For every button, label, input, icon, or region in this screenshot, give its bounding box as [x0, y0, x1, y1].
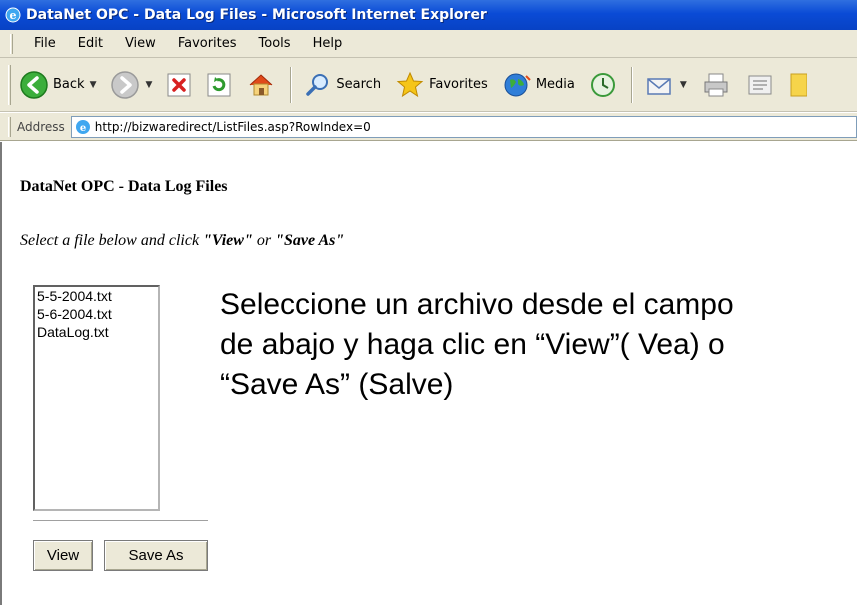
refresh-button[interactable]	[206, 72, 232, 98]
forward-dropdown-icon[interactable]: ▼	[145, 80, 152, 90]
search-icon	[306, 73, 329, 96]
stop-button[interactable]	[166, 72, 192, 98]
list-item[interactable]: 5-5-2004.txt	[35, 287, 158, 305]
toolbar-separator-2	[630, 66, 633, 103]
print-icon	[704, 73, 728, 96]
forward-button[interactable]: ▼	[110, 70, 152, 100]
menu-view[interactable]: View	[114, 36, 167, 51]
save-as-button[interactable]: Save As	[104, 540, 208, 571]
instruction-text: Select a file below and click "View" or …	[20, 232, 344, 250]
back-button[interactable]: Back ▼	[19, 70, 96, 100]
window-title: DataNet OPC - Data Log Files - Microsoft…	[26, 7, 487, 23]
toolbar-separator	[290, 66, 293, 103]
mail-button[interactable]: ▼	[645, 71, 687, 99]
view-button[interactable]: View	[33, 540, 93, 571]
back-label: Back	[53, 77, 85, 92]
menu-help[interactable]: Help	[302, 36, 354, 51]
spanish-instruction-overlay: Seleccione un archivo desde el campo de …	[220, 285, 850, 405]
mail-dropdown-icon[interactable]: ▼	[680, 80, 687, 90]
history-icon	[590, 72, 615, 97]
refresh-icon	[207, 73, 231, 96]
menu-edit[interactable]: Edit	[67, 36, 114, 51]
instruction-prefix: Select a file below and click	[20, 232, 204, 249]
address-url: http://bizwaredirect/ListFiles.asp?RowIn…	[94, 119, 371, 134]
back-dropdown-icon[interactable]: ▼	[90, 80, 97, 90]
instruction-save: "Save As"	[275, 232, 345, 249]
instruction-view: "View"	[203, 232, 253, 249]
svg-text:e: e	[10, 9, 17, 22]
back-arrow-icon	[20, 70, 48, 99]
overlay-line-3: “Save As” (Salve)	[220, 368, 454, 401]
print-button[interactable]	[701, 71, 731, 99]
favorites-label: Favorites	[429, 77, 488, 92]
edit-page-icon	[748, 75, 772, 94]
address-input[interactable]: e http://bizwaredirect/ListFiles.asp?Row…	[70, 115, 857, 138]
media-label: Media	[535, 77, 575, 92]
overlay-line-2: de abajo y haga clic en “View”( Vea) o	[220, 328, 725, 361]
instruction-or: or	[252, 232, 276, 249]
stop-icon	[167, 73, 191, 96]
menu-bar: File Edit View Favorites Tools Help	[0, 30, 857, 58]
menu-file[interactable]: File	[23, 36, 67, 51]
title-bar: e DataNet OPC - Data Log Files - Microso…	[0, 0, 857, 30]
messenger-button[interactable]	[789, 70, 807, 100]
list-item[interactable]: 5-6-2004.txt	[35, 305, 158, 323]
favorites-button[interactable]: Favorites	[395, 70, 488, 100]
address-label: Address	[17, 119, 65, 134]
toolbar: Back ▼ ▼ Search Favorites Media ▼	[0, 58, 857, 112]
menu-favorites[interactable]: Favorites	[167, 36, 248, 51]
internet-explorer-icon: e	[5, 7, 21, 23]
address-bar: Address e http://bizwaredirect/ListFiles…	[0, 113, 857, 141]
list-item[interactable]: DataLog.txt	[35, 323, 158, 341]
address-grip	[8, 116, 11, 137]
menu-tools[interactable]: Tools	[248, 36, 302, 51]
svg-text:e: e	[80, 123, 86, 134]
toolbar-grip	[8, 64, 11, 105]
folder-icon	[790, 73, 807, 96]
home-button[interactable]	[246, 70, 276, 100]
page-title: DataNet OPC - Data Log Files	[20, 178, 228, 195]
home-icon	[250, 73, 273, 95]
media-globe-icon	[504, 73, 531, 96]
overlay-line-1: Seleccione un archivo desde el campo	[220, 288, 734, 321]
file-listbox[interactable]: 5-5-2004.txt 5-6-2004.txt DataLog.txt	[33, 285, 160, 511]
history-button[interactable]	[589, 71, 617, 99]
mail-icon	[647, 77, 671, 95]
page-content: DataNet OPC - Data Log Files Select a fi…	[0, 142, 857, 605]
page-ie-icon: e	[75, 119, 90, 134]
menu-grip	[10, 33, 13, 54]
forward-arrow-icon	[111, 70, 140, 99]
search-label: Search	[336, 77, 382, 92]
media-button[interactable]: Media	[502, 70, 575, 100]
horizontal-rule	[33, 520, 208, 522]
edit-button[interactable]	[745, 71, 775, 99]
favorites-star-icon	[396, 71, 424, 97]
search-button[interactable]: Search	[304, 71, 381, 99]
